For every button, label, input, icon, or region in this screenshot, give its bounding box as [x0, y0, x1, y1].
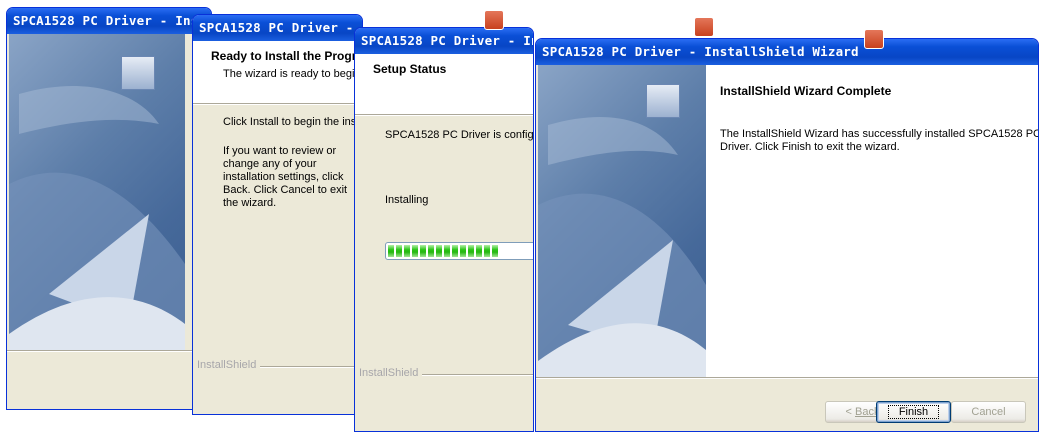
wizard-window-setup-status: SPCA1528 PC Driver - InstallShield Wizar…	[354, 27, 534, 432]
configuring-text: SPCA1528 PC Driver is configuring your n…	[385, 129, 534, 141]
progress-segment	[484, 245, 490, 257]
completion-message: The InstallShield Wizard has successfull…	[720, 128, 1039, 153]
window-title: SPCA1528 PC Driver - InstallShield Wizar…	[542, 44, 859, 59]
review-text: If you want to review or change any of y…	[223, 145, 348, 209]
completion-heading: InstallShield Wizard Complete	[720, 84, 892, 98]
close-icon[interactable]	[694, 17, 714, 37]
close-icon[interactable]	[864, 29, 884, 49]
wizard-window-complete: SPCA1528 PC Driver - InstallShield Wizar…	[535, 38, 1039, 432]
installshield-logo-icon	[121, 56, 155, 90]
progress-segment	[388, 245, 394, 257]
progress-segment	[404, 245, 410, 257]
window-title: SPCA1528 PC Driver - InstallShield Wizar…	[199, 20, 362, 35]
finish-label: Finish	[887, 405, 940, 419]
wizard-window-ready-to-install: SPCA1528 PC Driver - InstallShield Wizar…	[192, 14, 363, 415]
title-bar[interactable]: SPCA1528 PC Driver - InstallShield Wizar…	[7, 8, 211, 34]
cancel-label: Cancel	[971, 406, 1006, 418]
header-divider	[355, 114, 533, 116]
progress-segment	[420, 245, 426, 257]
window-title: SPCA1528 PC Driver - InstallShield Wizar…	[13, 13, 211, 28]
header-subtitle: The wizard is ready to begin installatio…	[223, 68, 362, 80]
progress-segment	[444, 245, 450, 257]
progress-segment	[436, 245, 442, 257]
close-icon[interactable]	[484, 10, 504, 30]
wizard-window-welcome: SPCA1528 PC Driver - InstallShield Wizar…	[6, 7, 212, 410]
header-title: Ready to Install the Program	[211, 49, 363, 63]
title-bar[interactable]: SPCA1528 PC Driver - InstallShield Wizar…	[536, 39, 1038, 65]
header-panel: Setup Status	[355, 54, 533, 114]
content-panel: InstallShield Wizard Complete The Instal…	[706, 65, 1038, 377]
installshield-brand: InstallShield	[197, 359, 261, 371]
finish-button[interactable]: Finish	[876, 401, 951, 423]
title-bar[interactable]: SPCA1528 PC Driver - InstallShield Wizar…	[355, 28, 533, 54]
progress-segment	[460, 245, 466, 257]
progress-segment	[428, 245, 434, 257]
progress-segment	[452, 245, 458, 257]
header-panel: Ready to Install the Program The wizard …	[193, 41, 362, 103]
window-title: SPCA1528 PC Driver - InstallShield Wizar…	[361, 33, 533, 48]
back-prefix: <	[845, 406, 855, 418]
installshield-logo-icon	[646, 84, 680, 118]
header-divider	[193, 103, 362, 105]
progress-segment	[412, 245, 418, 257]
title-bar[interactable]: SPCA1528 PC Driver - InstallShield Wizar…	[193, 15, 362, 41]
bottom-divider	[7, 350, 211, 352]
wizard-side-art	[538, 65, 706, 377]
progress-segment	[492, 245, 498, 257]
bottom-divider	[536, 377, 1038, 379]
progress-fill	[388, 245, 498, 257]
cancel-button[interactable]: Cancel	[951, 401, 1026, 423]
install-progress-bar	[385, 242, 533, 260]
sail-graphic	[9, 85, 185, 350]
installshield-brand: InstallShield	[359, 367, 423, 379]
progress-segment	[396, 245, 402, 257]
wizard-side-art	[9, 34, 185, 350]
sail-graphic	[538, 116, 706, 377]
progress-segment	[468, 245, 474, 257]
header-title: Setup Status	[373, 62, 447, 76]
status-text: Installing	[385, 194, 429, 206]
instruction-text: Click Install to begin the installation.	[223, 116, 362, 128]
progress-segment	[476, 245, 482, 257]
